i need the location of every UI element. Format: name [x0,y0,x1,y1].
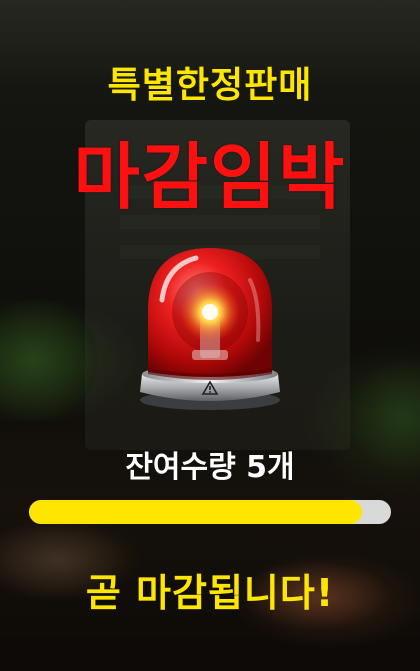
closing-soon-text: 곧 마감됩니다! [85,571,335,615]
red-siren-icon [130,240,290,412]
headline: 특별한정판매 [107,65,313,106]
stock-progress-bar [29,500,391,524]
promo-banner: 특별한정판매 마감임박 잔여수량 5개 곧 마감됩니다! [0,0,420,671]
stock-progress-fill [29,500,363,524]
page-title: 마감임박 [73,135,347,219]
remaining-quantity-text: 잔여수량 5개 [125,450,295,485]
